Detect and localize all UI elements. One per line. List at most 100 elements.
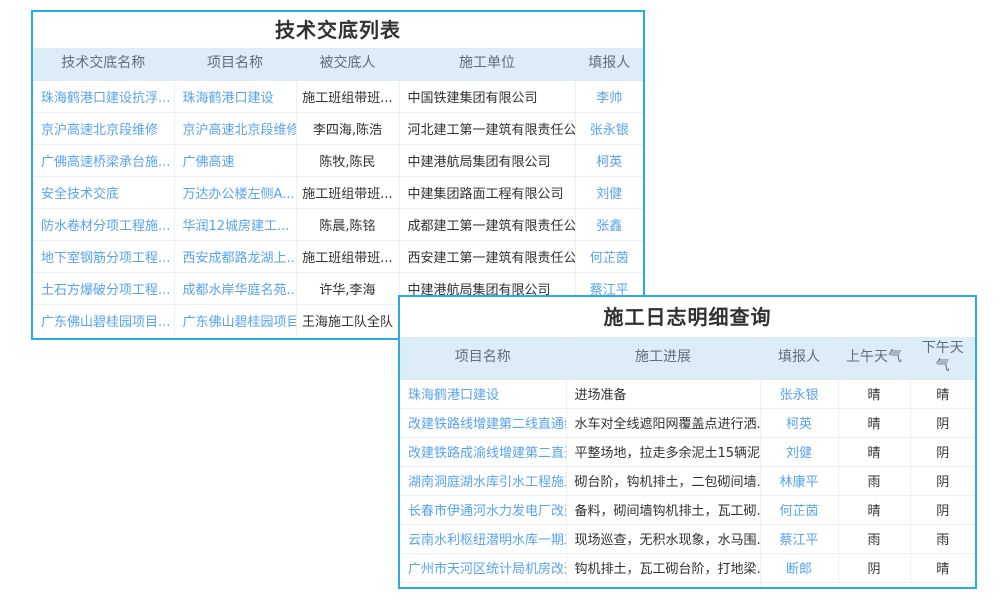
link-reporter[interactable]: 张永银 xyxy=(779,388,818,403)
cell-receiver: 施工班组带班... xyxy=(296,80,399,112)
cell-receiver: 施工班组带班... xyxy=(296,240,399,272)
cell-progress: 水车对全线遮阳网覆盖点进行洒... xyxy=(566,408,760,437)
cell-am-weather: 晴 xyxy=(838,408,910,437)
link-reporter[interactable]: 何芷茵 xyxy=(590,251,629,266)
link-project-name[interactable]: 万达办公楼左侧A... xyxy=(183,187,295,202)
cell-receiver: 陈晨,陈铭 xyxy=(296,208,399,240)
link-project-name[interactable]: 改建铁路成渝线增建第二直通线 xyxy=(408,446,566,461)
cell-receiver: 李四海,陈浩 xyxy=(296,112,399,144)
cell-pm-weather: 雨 xyxy=(910,524,975,553)
panel-tech-disclosure: 技术交底列表 技术交底名称 项目名称 被交底人 施工单位 填报人 珠海鹤港口建设… xyxy=(31,10,645,340)
link-project-name[interactable]: 广东佛山碧桂园项目 xyxy=(183,315,297,330)
link-reporter[interactable]: 刘健 xyxy=(786,446,812,461)
cell-company: 中建港航局集团有限公司 xyxy=(399,144,575,176)
link-disclosure-name[interactable]: 地下室钢筋分项工程... xyxy=(41,251,170,266)
tech-disclosure-table: 技术交底名称 项目名称 被交底人 施工单位 填报人 珠海鹤港口建设抗浮... 珠… xyxy=(33,48,643,336)
table-row: 珠海鹤港口建设 进场准备 张永银 晴 晴 xyxy=(400,379,975,408)
cell-progress: 进场准备 xyxy=(566,379,760,408)
cell-am-weather: 雨 xyxy=(838,524,910,553)
link-reporter[interactable]: 张永银 xyxy=(590,123,629,138)
cell-am-weather: 雨 xyxy=(838,466,910,495)
link-project-name[interactable]: 广佛高速 xyxy=(183,155,235,170)
cell-pm-weather: 阴 xyxy=(910,437,975,466)
cell-am-weather: 晴 xyxy=(838,437,910,466)
cell-company: 西安建工第一建筑有限责任公司 xyxy=(399,240,575,272)
link-disclosure-name[interactable]: 防水卷材分项工程施... xyxy=(41,219,170,234)
link-disclosure-name[interactable]: 京沪高速北京段维修 xyxy=(41,123,158,138)
link-disclosure-name[interactable]: 珠海鹤港口建设抗浮... xyxy=(41,91,170,106)
panel-construction-log: 施工日志明细查询 项目名称 施工进展 填报人 上午天气 下午天气 珠海鹤港口建设… xyxy=(398,295,977,589)
col-header-project-name: 项目名称 xyxy=(174,48,296,80)
construction-log-title: 施工日志明细查询 xyxy=(400,297,975,337)
tech-disclosure-title: 技术交底列表 xyxy=(33,12,643,48)
cell-progress: 备料，砌间墙钩机排土，瓦工砌... xyxy=(566,495,760,524)
table-row: 地下室钢筋分项工程... 西安成都路龙湖上... 施工班组带班... 西安建工第… xyxy=(33,240,643,272)
table-row: 湖南洞庭湖水库引水工程施工项 砌台阶，钩机排土，二包砌间墙... 林康平 雨 阴 xyxy=(400,466,975,495)
link-project-name[interactable]: 珠海鹤港口建设 xyxy=(408,388,499,403)
link-reporter[interactable]: 蔡江平 xyxy=(779,533,818,548)
col-header-receiver: 被交底人 xyxy=(296,48,399,80)
cell-am-weather: 阴 xyxy=(838,553,910,582)
table-header-row: 技术交底名称 项目名称 被交底人 施工单位 填报人 xyxy=(33,48,643,80)
col-header-reporter: 填报人 xyxy=(575,48,643,80)
link-reporter[interactable]: 李帅 xyxy=(596,91,622,106)
cell-company: 中建集团路面工程有限公司 xyxy=(399,176,575,208)
cell-pm-weather: 阴 xyxy=(910,466,975,495)
col-header-progress: 施工进展 xyxy=(566,337,760,379)
cell-company: 中国铁建集团有限公司 xyxy=(399,80,575,112)
cell-company: 成都建工第一建筑有限责任公司 xyxy=(399,208,575,240)
col-header-project-name: 项目名称 xyxy=(400,337,566,379)
link-project-name[interactable]: 华润12城房建工... xyxy=(183,219,290,234)
link-reporter[interactable]: 张鑫 xyxy=(596,219,622,234)
table-row: 广州市天河区统计局机房改造项 钩机排土，瓦工砌台阶，打地梁... 断郎 阴 晴 xyxy=(400,553,975,582)
link-reporter[interactable]: 柯英 xyxy=(786,417,812,432)
col-header-disclosure-name: 技术交底名称 xyxy=(33,48,174,80)
cell-receiver: 许华,李海 xyxy=(296,272,399,304)
link-project-name[interactable]: 成都水岸华庭名苑... xyxy=(183,283,297,298)
cell-company: 河北建工第一建筑有限责任公司 xyxy=(399,112,575,144)
table-row: 云南水利枢纽潜明水库一期工程 现场巡查，无积水现象，水马围... 蔡江平 雨 雨 xyxy=(400,524,975,553)
link-disclosure-name[interactable]: 广佛高速桥梁承台施... xyxy=(41,155,170,170)
table-row: 改建铁路成渝线增建第二直通线 平整场地，拉走多余泥土15辆泥... 刘健 晴 阴 xyxy=(400,437,975,466)
link-reporter[interactable]: 断郎 xyxy=(786,562,812,577)
table-row: 珠海鹤港口建设抗浮... 珠海鹤港口建设 施工班组带班... 中国铁建集团有限公… xyxy=(33,80,643,112)
link-project-name[interactable]: 珠海鹤港口建设 xyxy=(183,91,274,106)
table-header-row: 项目名称 施工进展 填报人 上午天气 下午天气 xyxy=(400,337,975,379)
link-reporter[interactable]: 刘健 xyxy=(596,187,622,202)
cell-pm-weather: 晴 xyxy=(910,379,975,408)
cell-progress: 平整场地，拉走多余泥土15辆泥... xyxy=(566,437,760,466)
link-project-name[interactable]: 广州市天河区统计局机房改造项 xyxy=(408,562,566,577)
cell-pm-weather: 阴 xyxy=(910,495,975,524)
cell-pm-weather: 阴 xyxy=(910,408,975,437)
link-project-name[interactable]: 京沪高速北京段维修 xyxy=(183,123,297,138)
table-row: 长春市伊通河水力发电厂改建工 备料，砌间墙钩机排土，瓦工砌... 何芷茵 晴 阴 xyxy=(400,495,975,524)
link-disclosure-name[interactable]: 安全技术交底 xyxy=(41,187,119,202)
link-disclosure-name[interactable]: 广东佛山碧桂园项目... xyxy=(41,315,170,330)
table-row-clipped xyxy=(400,582,975,587)
link-project-name[interactable]: 云南水利枢纽潜明水库一期工程 xyxy=(408,533,566,548)
link-project-name[interactable]: 湖南洞庭湖水库引水工程施工项 xyxy=(408,475,566,490)
link-project-name[interactable]: 西安成都路龙湖上... xyxy=(183,251,297,266)
table-row: 广佛高速桥梁承台施... 广佛高速 陈牧,陈民 中建港航局集团有限公司 柯英 xyxy=(33,144,643,176)
link-reporter[interactable]: 何芷茵 xyxy=(779,504,818,519)
cell-progress: 砌台阶，钩机排土，二包砌间墙... xyxy=(566,466,760,495)
table-row: 防水卷材分项工程施... 华润12城房建工... 陈晨,陈铭 成都建工第一建筑有… xyxy=(33,208,643,240)
cell-am-weather: 晴 xyxy=(838,379,910,408)
table-row: 安全技术交底 万达办公楼左侧A... 施工班组带班... 中建集团路面工程有限公… xyxy=(33,176,643,208)
link-project-name[interactable]: 改建铁路线增建第二线直通线 xyxy=(408,417,566,432)
col-header-am-weather: 上午天气 xyxy=(838,337,910,379)
col-header-company: 施工单位 xyxy=(399,48,575,80)
cell-receiver: 施工班组带班... xyxy=(296,176,399,208)
table-row: 改建铁路线增建第二线直通线 水车对全线遮阳网覆盖点进行洒... 柯英 晴 阴 xyxy=(400,408,975,437)
col-header-reporter: 填报人 xyxy=(760,337,838,379)
cell-pm-weather: 晴 xyxy=(910,553,975,582)
link-reporter[interactable]: 林康平 xyxy=(779,475,818,490)
col-header-pm-weather: 下午天气 xyxy=(910,337,975,379)
link-disclosure-name[interactable]: 土石方爆破分项工程... xyxy=(41,283,170,298)
cell-receiver: 王海施工队全队 xyxy=(296,304,399,336)
table-row: 京沪高速北京段维修 京沪高速北京段维修 李四海,陈浩 河北建工第一建筑有限责任公… xyxy=(33,112,643,144)
link-reporter[interactable]: 柯英 xyxy=(596,155,622,170)
cell-progress: 现场巡查，无积水现象，水马围... xyxy=(566,524,760,553)
cell-progress: 钩机排土，瓦工砌台阶，打地梁... xyxy=(566,553,760,582)
link-project-name[interactable]: 长春市伊通河水力发电厂改建工 xyxy=(408,504,566,519)
